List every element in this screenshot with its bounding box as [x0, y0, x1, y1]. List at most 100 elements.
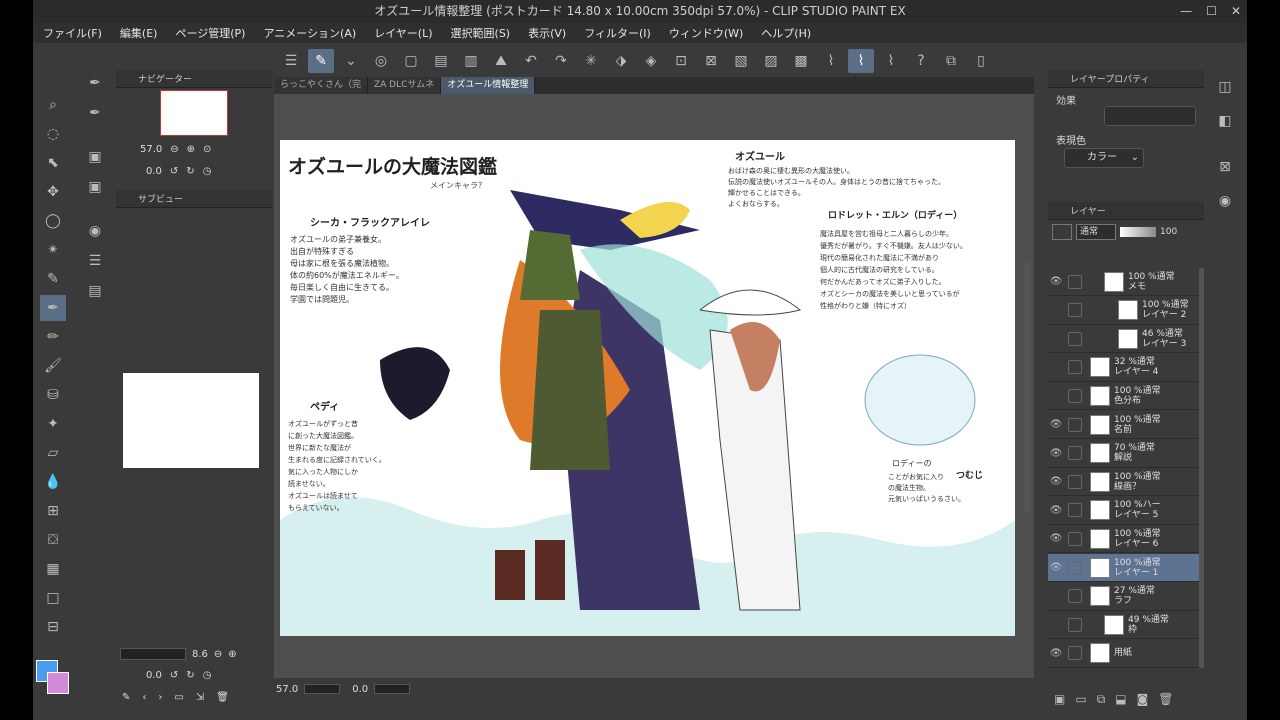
- blend-tool-icon[interactable]: 💧: [40, 469, 66, 495]
- help-icon[interactable]: ?: [908, 49, 934, 73]
- tab-2[interactable]: オズユール情報整理: [441, 77, 536, 94]
- menu-filter[interactable]: フィルター(I): [584, 25, 651, 41]
- brush-rotate-value[interactable]: 0.0: [146, 670, 162, 681]
- layer-row[interactable]: 👁 70 %通常 解説: [1048, 440, 1200, 468]
- lasso-tool-icon[interactable]: ◌: [40, 121, 66, 147]
- eye-icon[interactable]: 👁: [1048, 533, 1064, 544]
- minimize-icon[interactable]: —: [1180, 0, 1192, 23]
- lock-box[interactable]: [1068, 446, 1082, 461]
- layer-row[interactable]: 👁 100 %通常 線画？: [1048, 468, 1200, 497]
- figure-tool-icon[interactable]: ⊞: [40, 498, 66, 524]
- brush-mode-icon[interactable]: ⌇: [848, 49, 874, 73]
- undo-icon[interactable]: ↶: [518, 49, 544, 73]
- link-icon[interactable]: ⧉: [938, 49, 964, 73]
- opacity-value[interactable]: 100: [1160, 227, 1177, 237]
- menu-animation[interactable]: アニメーション(A): [263, 25, 356, 41]
- eye-icon[interactable]: 👁: [1048, 476, 1064, 487]
- layer-row[interactable]: 49 %通常枠: [1048, 611, 1200, 640]
- tab-1[interactable]: ZA DLCサムネ: [368, 77, 442, 94]
- effect-buttons[interactable]: [1104, 106, 1196, 126]
- subtool-marker-icon[interactable]: ✒: [82, 100, 108, 126]
- layer-row[interactable]: 27 %通常 ラフ: [1048, 583, 1200, 611]
- folder-icon[interactable]: ▭: [174, 692, 183, 703]
- layers-scrollbar[interactable]: [1199, 268, 1204, 668]
- layer-color-box[interactable]: [1052, 224, 1072, 240]
- lock-box[interactable]: [1068, 589, 1082, 604]
- subtool-brush-icon[interactable]: ▣: [82, 144, 108, 170]
- open-icon[interactable]: ▤: [428, 49, 454, 73]
- lock-box[interactable]: [1068, 560, 1082, 575]
- copy-layer-icon[interactable]: ⧉: [1097, 692, 1106, 707]
- eye-icon[interactable]: 👁: [1048, 505, 1064, 516]
- vector-icon[interactable]: ⌇: [878, 49, 904, 73]
- save-icon[interactable]: ▥: [458, 49, 484, 73]
- menu-edit[interactable]: 編集(E): [120, 25, 158, 41]
- crop-icon[interactable]: ▧: [728, 49, 754, 73]
- lock-box[interactable]: [1068, 646, 1082, 661]
- delete-layer-icon[interactable]: 🗑: [1158, 692, 1173, 706]
- next-icon[interactable]: ›: [158, 692, 162, 703]
- eyedropper-small-icon[interactable]: ✎: [122, 692, 130, 703]
- rotate-left-icon[interactable]: ↺: [170, 166, 178, 177]
- navigator-rotate-value[interactable]: 0.0: [146, 166, 162, 177]
- blend-mode-select[interactable]: 通常: [1076, 224, 1116, 240]
- decoration-icon[interactable]: ✦: [40, 411, 66, 437]
- search-layer-icon[interactable]: ⊠: [1212, 154, 1238, 180]
- mask-icon[interactable]: ◙: [1137, 692, 1149, 706]
- subtool-palette-icon[interactable]: ▣: [82, 174, 108, 200]
- prev-icon[interactable]: ‹: [142, 692, 146, 703]
- menu-window[interactable]: ウィンドウ(W): [669, 25, 743, 41]
- artboard[interactable]: オズユールの大魔法図鑑 メインキャラ？ シーカ・フラックアレイレ オズユールの弟…: [280, 140, 1015, 636]
- lock-box[interactable]: [1068, 331, 1082, 346]
- status-zoom[interactable]: 57.0: [276, 684, 298, 695]
- subtool-list-icon[interactable]: ◉: [82, 218, 108, 244]
- trash-icon[interactable]: 🗑: [216, 692, 229, 703]
- menu-help[interactable]: ヘルプ(H): [761, 25, 811, 41]
- brush-tool-icon[interactable]: 🖌: [40, 353, 66, 379]
- maximize-icon[interactable]: ☐: [1206, 0, 1217, 23]
- lock-box[interactable]: [1068, 617, 1082, 632]
- layer-row[interactable]: 46 %通常 レイヤー 3: [1048, 325, 1200, 354]
- stabilize-icon[interactable]: ⌇: [818, 49, 844, 73]
- color-select[interactable]: カラー ⌄: [1064, 148, 1144, 168]
- new-doc-icon[interactable]: ▢: [398, 49, 424, 73]
- export-cloud-icon[interactable]: ⛰: [488, 49, 514, 73]
- layer-row[interactable]: 👁 100 %通常 メモ: [1048, 268, 1200, 296]
- subtool-list3-icon[interactable]: ▤: [82, 278, 108, 304]
- zoom-tool-icon[interactable]: ⌕: [40, 92, 66, 118]
- eye-icon[interactable]: 👁: [1048, 448, 1064, 459]
- brush-rotate-reset-icon[interactable]: ◷: [203, 670, 212, 681]
- zoom-fit-icon[interactable]: ⊙: [203, 144, 211, 155]
- lock-box[interactable]: [1068, 360, 1082, 375]
- subtool-pen-icon[interactable]: ✒: [82, 70, 108, 96]
- export-icon[interactable]: ⇲: [196, 692, 204, 703]
- navigator-thumbnail[interactable]: [160, 90, 228, 136]
- layer-row[interactable]: 👁 100 %ハー レイヤー 5: [1048, 497, 1200, 525]
- layer-row[interactable]: 👁 用紙: [1048, 640, 1200, 668]
- layer-property-icon[interactable]: ◫: [1212, 74, 1238, 100]
- pen-mode-icon[interactable]: ✎: [308, 49, 334, 73]
- brush-size-value[interactable]: 8.6: [192, 649, 208, 660]
- layer-row[interactable]: 100 %通常 色分布: [1048, 382, 1200, 411]
- lock-box[interactable]: [1068, 417, 1082, 432]
- frame-tool-icon[interactable]: □: [40, 585, 66, 611]
- menu-icon[interactable]: ☰: [278, 49, 304, 73]
- eye-icon[interactable]: 👁: [1048, 648, 1064, 659]
- airbrush-icon[interactable]: ⛁: [40, 382, 66, 408]
- fill-icon[interactable]: ◈: [638, 49, 664, 73]
- phone-icon[interactable]: ▯: [968, 49, 994, 73]
- eraser-icon[interactable]: ▱: [40, 440, 66, 466]
- lock-box[interactable]: [1068, 388, 1082, 403]
- ruler-tool-icon[interactable]: ⊟: [40, 614, 66, 640]
- merge-icon[interactable]: ⬓: [1115, 692, 1126, 706]
- lock-box[interactable]: [1068, 303, 1082, 318]
- menu-page[interactable]: ページ管理(P): [175, 25, 245, 41]
- stamp-icon[interactable]: ⬗: [608, 49, 634, 73]
- brush-rotate-left-icon[interactable]: ↺: [170, 670, 178, 681]
- transform-icon[interactable]: ⊡: [668, 49, 694, 73]
- status-rotate-slider[interactable]: [374, 684, 411, 694]
- layer-row[interactable]: 👁 100 %通常 名前: [1048, 411, 1200, 439]
- pen-tool-icon[interactable]: ✒: [40, 295, 66, 321]
- loading-icon[interactable]: ✳: [578, 49, 604, 73]
- canvas-scrollbar-v[interactable]: [1024, 262, 1030, 512]
